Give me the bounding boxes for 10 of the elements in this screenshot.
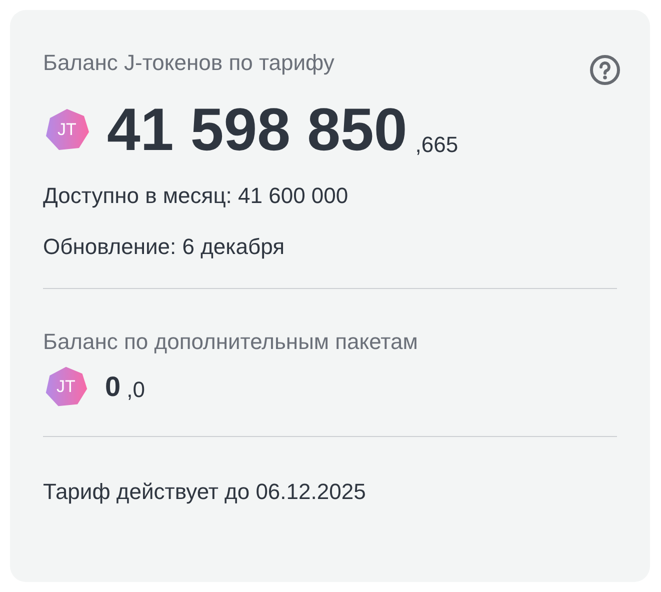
help-icon[interactable]	[589, 54, 621, 86]
balance-amount: 41 598 850	[107, 100, 408, 160]
tariff-expiry: Тариф действует до 06.12.2025	[43, 478, 367, 506]
monthly-allowance: Доступно в месяц: 41 600 000	[43, 182, 350, 210]
balance-fraction: ,665	[415, 131, 458, 159]
section-title: Баланс по дополнительным пакетам	[43, 328, 419, 356]
renewal-date: Обновление: 6 декабря	[43, 233, 286, 261]
section-title: Баланс J-токенов по тарифу	[43, 49, 334, 77]
balance-amount: 0	[105, 370, 121, 404]
balance-fraction: ,0	[126, 376, 145, 404]
